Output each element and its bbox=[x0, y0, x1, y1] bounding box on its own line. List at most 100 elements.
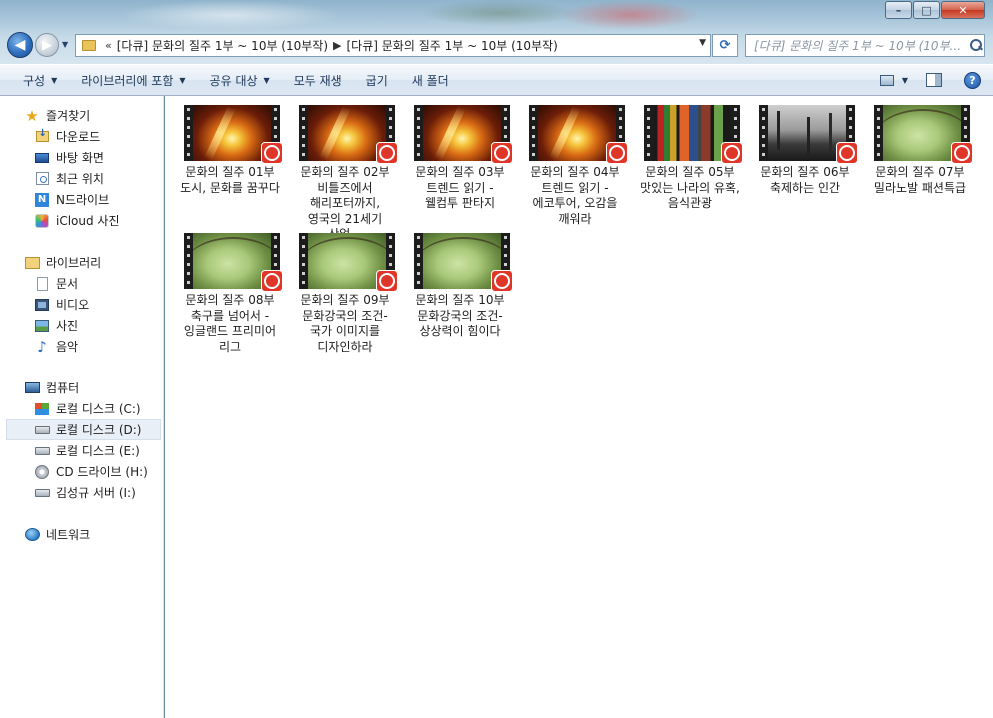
video-thumbnail bbox=[299, 105, 398, 164]
video-thumbnail bbox=[184, 105, 283, 164]
caption-buttons: – □ ✕ bbox=[884, 1, 985, 19]
film-strip bbox=[529, 105, 538, 161]
film-strip bbox=[299, 233, 308, 289]
player-app-icon bbox=[376, 142, 398, 164]
glass-backdrop-light bbox=[120, 0, 340, 30]
file-item[interactable]: 문화의 질주 05부 맛있는 나라의 유혹, 음식관광 bbox=[634, 96, 744, 224]
sidebar-item-recent-places[interactable]: 최근 위치 bbox=[0, 168, 163, 189]
search-input[interactable] bbox=[754, 38, 966, 53]
film-strip bbox=[184, 233, 193, 289]
thumbnail-image bbox=[423, 105, 501, 161]
file-item[interactable]: 문화의 질주 04부 트렌드 읽기 - 에코투어, 오감을 깨워라 bbox=[519, 96, 629, 226]
sidebar-item-label: 김성규 서버 (I:) bbox=[56, 486, 136, 500]
player-app-icon bbox=[376, 270, 398, 292]
file-item[interactable]: 문화의 질주 02부 비틀즈에서 해리포터까지, 영국의 21세기 산업... bbox=[289, 96, 399, 241]
maximize-button[interactable]: □ bbox=[913, 1, 940, 19]
chevron-down-icon: ▼ bbox=[179, 75, 186, 85]
breadcrumb-parent[interactable]: [다큐] 문화의 질주 1부 ~ 10부 (10부작) bbox=[117, 37, 328, 54]
sidebar-computer-label: 컴퓨터 bbox=[46, 381, 80, 395]
share-with-button[interactable]: 공유 대상 ▼ bbox=[198, 65, 282, 95]
preview-pane-icon[interactable] bbox=[926, 73, 942, 87]
sidebar-item-label: 최근 위치 bbox=[56, 172, 104, 186]
sidebar-item-label: 로컬 디스크 (E:) bbox=[56, 444, 140, 458]
file-item[interactable]: 문화의 질주 08부 축구를 넘어서 -잉글랜드 프리미어 리그 bbox=[174, 224, 284, 354]
sidebar-item-ndrive[interactable]: N N드라이브 bbox=[0, 189, 163, 210]
back-button[interactable]: ◀ bbox=[7, 32, 33, 58]
play-all-button[interactable]: 모두 재생 bbox=[282, 65, 354, 95]
sidebar-item-label: 다운로드 bbox=[56, 130, 101, 144]
video-thumbnail bbox=[414, 105, 513, 164]
sidebar-computer[interactable]: 컴퓨터 bbox=[0, 377, 163, 398]
sidebar-item-drive-d[interactable]: 로컬 디스크 (D:) bbox=[6, 419, 161, 440]
network-drive-icon bbox=[34, 485, 50, 501]
view-options-dropdown[interactable]: ▼ bbox=[894, 65, 908, 95]
help-icon[interactable]: ? bbox=[964, 71, 981, 89]
file-item[interactable]: 문화의 질주 10부 문화강국의 조건-상상력이 힘이다 bbox=[404, 224, 514, 352]
search-icon[interactable] bbox=[970, 38, 984, 53]
organize-label: 구성 bbox=[23, 73, 46, 88]
thumbnail-image bbox=[883, 105, 961, 161]
sidebar-item-drive-i[interactable]: 김성규 서버 (I:) bbox=[0, 482, 163, 503]
breadcrumb-current[interactable]: [다큐] 문화의 질주 1부 ~ 10부 (10부작) bbox=[347, 37, 558, 54]
new-folder-button[interactable]: 새 폴더 bbox=[400, 65, 461, 95]
file-name: 문화의 질주 05부 맛있는 나라의 유혹, 음식관광 bbox=[640, 165, 740, 210]
navigation-pane: ★ 즐겨찾기 다운로드 바탕 화면 최근 위치 N N드라이브 iCloud 사… bbox=[0, 96, 164, 718]
player-app-icon bbox=[261, 142, 283, 164]
film-strip bbox=[759, 105, 768, 161]
address-overflow-chevron[interactable]: « bbox=[105, 39, 112, 52]
document-icon bbox=[34, 276, 50, 292]
sidebar-item-label: 비디오 bbox=[56, 298, 90, 312]
sidebar-item-music[interactable]: ♪ 음악 bbox=[0, 336, 163, 357]
change-view-icon[interactable] bbox=[879, 74, 894, 86]
music-note-icon: ♪ bbox=[37, 337, 47, 356]
file-item[interactable]: 문화의 질주 09부 문화강국의 조건-국가 이미지를 디자인하라 bbox=[289, 224, 399, 354]
sidebar-libraries[interactable]: 라이브러리 bbox=[0, 252, 163, 273]
burn-button[interactable]: 굽기 bbox=[354, 65, 400, 95]
include-in-library-button[interactable]: 라이브러리에 포함 ▼ bbox=[69, 65, 197, 95]
file-item[interactable]: 문화의 질주 03부 트렌드 읽기 - 웰컴투 판타지 bbox=[404, 96, 514, 224]
film-strip bbox=[874, 105, 883, 161]
sidebar-item-drive-e[interactable]: 로컬 디스크 (E:) bbox=[0, 440, 163, 461]
sidebar-item-documents[interactable]: 문서 bbox=[0, 273, 163, 294]
sidebar-item-pictures[interactable]: 사진 bbox=[0, 315, 163, 336]
sidebar-item-downloads[interactable]: 다운로드 bbox=[0, 126, 163, 147]
share-with-label: 공유 대상 bbox=[209, 73, 258, 88]
file-item[interactable]: 문화의 질주 06부 축제하는 인간 bbox=[749, 96, 859, 224]
sidebar-item-videos[interactable]: 비디오 bbox=[0, 294, 163, 315]
forward-button[interactable]: ▶ bbox=[35, 33, 59, 57]
sidebar-item-drive-c[interactable]: 로컬 디스크 (C:) bbox=[0, 398, 163, 419]
file-list-view: 문화의 질주 01부 도시, 문화를 꿈꾸다 문화의 질주 02부 비틀즈에서 … bbox=[165, 96, 993, 718]
recent-pages-dropdown[interactable]: ▼ bbox=[62, 40, 68, 49]
breadcrumb-separator[interactable]: ▶ bbox=[333, 39, 341, 52]
command-bar-right: ▼ ? bbox=[879, 65, 993, 95]
downloads-folder-icon bbox=[34, 128, 50, 145]
file-item[interactable]: 문화의 질주 01부 도시, 문화를 꿈꾸다 bbox=[174, 96, 284, 224]
sidebar-network[interactable]: 네트워크 bbox=[0, 524, 163, 545]
player-app-icon bbox=[836, 142, 858, 164]
sidebar-network-label: 네트워크 bbox=[46, 528, 91, 542]
navigation-bar: ◀ ▶ ▼ « [다큐] 문화의 질주 1부 ~ 10부 (10부작) ▶ [다… bbox=[0, 30, 993, 62]
file-item[interactable]: 문화의 질주 07부 밀라노발 패션특급 bbox=[864, 96, 974, 224]
search-box[interactable] bbox=[745, 34, 985, 57]
sidebar-item-desktop[interactable]: 바탕 화면 bbox=[0, 147, 163, 168]
star-icon: ★ bbox=[25, 106, 39, 125]
minimize-button[interactable]: – bbox=[885, 1, 912, 19]
thumbnail-image bbox=[653, 105, 731, 161]
glass-backdrop-green bbox=[420, 0, 580, 26]
close-button[interactable]: ✕ bbox=[941, 1, 985, 19]
player-app-icon bbox=[261, 270, 283, 292]
organize-button[interactable]: 구성 ▼ bbox=[11, 65, 69, 95]
address-bar[interactable]: « [다큐] 문화의 질주 1부 ~ 10부 (10부작) ▶ [다큐] 문화의… bbox=[75, 34, 711, 57]
sidebar-item-drive-h[interactable]: CD 드라이브 (H:) bbox=[0, 461, 163, 482]
sidebar-favorites[interactable]: ★ 즐겨찾기 bbox=[0, 105, 163, 126]
thumbnail-image bbox=[538, 105, 616, 161]
sidebar-item-label: 문서 bbox=[56, 277, 79, 291]
file-name: 문화의 질주 03부 트렌드 읽기 - 웰컴투 판타지 bbox=[415, 165, 505, 210]
sidebar-item-icloud-photos[interactable]: iCloud 사진 bbox=[0, 210, 163, 231]
film-strip bbox=[644, 105, 653, 161]
folder-icon bbox=[82, 40, 96, 51]
sidebar-item-label: 사진 bbox=[56, 319, 79, 333]
thumbnail-image bbox=[193, 105, 271, 161]
refresh-button[interactable]: ⟳ bbox=[712, 34, 738, 57]
address-dropdown-icon[interactable]: ▼ bbox=[699, 38, 706, 48]
